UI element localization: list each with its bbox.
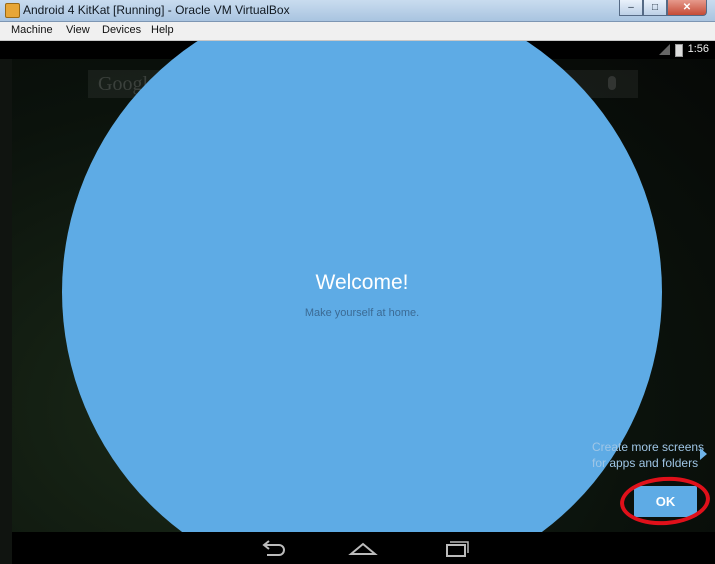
virtualbox-icon <box>5 3 20 18</box>
battery-icon <box>675 44 683 57</box>
navigation-bar <box>12 532 715 564</box>
back-button[interactable] <box>256 536 290 560</box>
hint-line-1: Create more screens <box>592 440 705 454</box>
mic-icon[interactable] <box>608 76 616 90</box>
minimize-button[interactable]: – <box>619 0 643 16</box>
menu-machine[interactable]: Machine <box>11 24 53 36</box>
back-icon <box>262 540 285 556</box>
window-titlebar: Android 4 KitKat [Running] - Oracle VM V… <box>0 0 715 22</box>
red-circle-annotation <box>618 473 712 529</box>
menubar: Machine View Devices Help <box>0 22 715 41</box>
welcome-cling <box>62 41 662 564</box>
status-clock: 1:56 <box>687 43 709 55</box>
menu-view[interactable]: View <box>66 24 90 36</box>
cling-title: Welcome! <box>315 271 409 294</box>
home-button[interactable] <box>346 536 380 560</box>
home-icon <box>348 542 378 555</box>
screen-edge <box>0 41 12 564</box>
signal-icon <box>659 44 670 55</box>
recents-icon <box>446 541 469 557</box>
close-button[interactable]: ✕ <box>667 0 707 16</box>
hint-arrow-icon <box>700 448 707 460</box>
window-controls: – □ ✕ <box>619 0 707 16</box>
menu-help[interactable]: Help <box>151 24 174 36</box>
recents-button[interactable] <box>438 536 472 560</box>
menu-devices[interactable]: Devices <box>102 24 141 36</box>
android-screen: 1:56 Google Welcome! Make yourself at ho… <box>0 41 715 564</box>
window-title: Android 4 KitKat [Running] - Oracle VM V… <box>23 3 290 17</box>
workspace-hint: Create more screens for apps and folders <box>592 439 704 471</box>
maximize-button[interactable]: □ <box>643 0 667 16</box>
hint-line-2: for apps and folders <box>592 456 699 470</box>
cling-subtitle: Make yourself at home. <box>304 307 420 319</box>
